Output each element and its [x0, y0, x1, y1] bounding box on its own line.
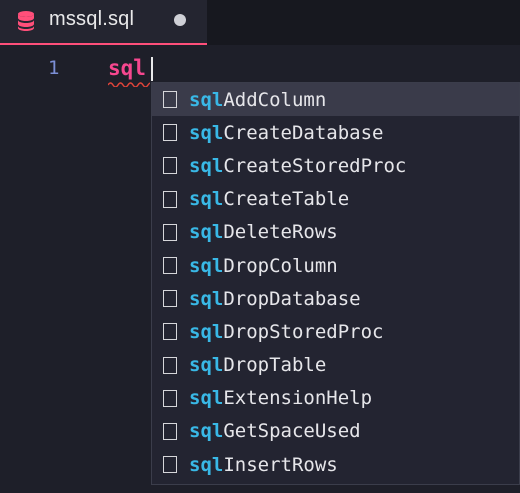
- suggestion-item[interactable]: sqlDropTable: [152, 349, 519, 382]
- suggestion-label: sqlDeleteRows: [189, 221, 338, 244]
- snippet-icon: [163, 422, 177, 440]
- snippet-icon: [163, 223, 177, 241]
- suggestion-item[interactable]: sqlAddColumn: [152, 83, 519, 117]
- snippet-icon: [163, 190, 177, 208]
- snippet-icon: [163, 124, 177, 142]
- code-text[interactable]: sql: [108, 56, 146, 80]
- snippet-icon: [163, 456, 177, 474]
- suggestion-item[interactable]: sqlDropDatabase: [152, 282, 519, 315]
- suggestion-label: sqlInsertRows: [189, 453, 338, 476]
- suggestion-item[interactable]: sqlDropColumn: [152, 249, 519, 282]
- line-number: 1: [48, 57, 60, 79]
- snippet-icon: [163, 389, 177, 407]
- text-cursor: [151, 57, 153, 81]
- snippet-icon: [163, 91, 177, 109]
- suggestion-item[interactable]: sqlDropStoredProc: [152, 315, 519, 348]
- suggestion-item[interactable]: sqlDeleteRows: [152, 216, 519, 249]
- snippet-icon: [163, 356, 177, 374]
- suggestion-label: sqlCreateTable: [189, 188, 350, 211]
- suggestion-label: sqlExtensionHelp: [189, 387, 373, 410]
- suggestion-item[interactable]: sqlCreateTable: [152, 183, 519, 216]
- suggestion-item[interactable]: sqlInsertRows: [152, 448, 519, 481]
- suggestion-label: sqlAddColumn: [189, 88, 327, 111]
- snippet-icon: [163, 157, 177, 175]
- suggestion-label: sqlDropTable: [189, 354, 327, 377]
- tab-bar: mssql.sql: [0, 0, 520, 45]
- suggestion-label: sqlDropStoredProc: [189, 320, 384, 343]
- snippet-icon: [163, 257, 177, 275]
- autocomplete-suggestion-list[interactable]: sqlAddColumn sqlCreateDatabase sqlCreate…: [151, 82, 520, 485]
- suggestion-item[interactable]: sqlGetSpaceUsed: [152, 415, 519, 448]
- tab-title: mssql.sql: [49, 8, 135, 30]
- suggestion-label: sqlCreateStoredProc: [189, 154, 407, 177]
- snippet-icon: [163, 290, 177, 308]
- suggestion-label: sqlDropDatabase: [189, 287, 361, 310]
- suggestion-item[interactable]: sqlCreateDatabase: [152, 116, 519, 149]
- suggestion-item[interactable]: sqlExtensionHelp: [152, 382, 519, 415]
- unsaved-dot-icon[interactable]: [174, 14, 186, 26]
- editor-bottom-edge: [0, 485, 520, 493]
- tab-mssql-sql[interactable]: mssql.sql: [0, 0, 207, 45]
- database-icon: [18, 11, 34, 31]
- suggestion-item[interactable]: sqlCreateStoredProc: [152, 149, 519, 182]
- suggestion-label: sqlDropColumn: [189, 254, 338, 277]
- suggestion-label: sqlCreateDatabase: [189, 121, 384, 144]
- error-squiggle: [108, 82, 150, 87]
- snippet-icon: [163, 323, 177, 341]
- suggestion-label: sqlGetSpaceUsed: [189, 420, 361, 443]
